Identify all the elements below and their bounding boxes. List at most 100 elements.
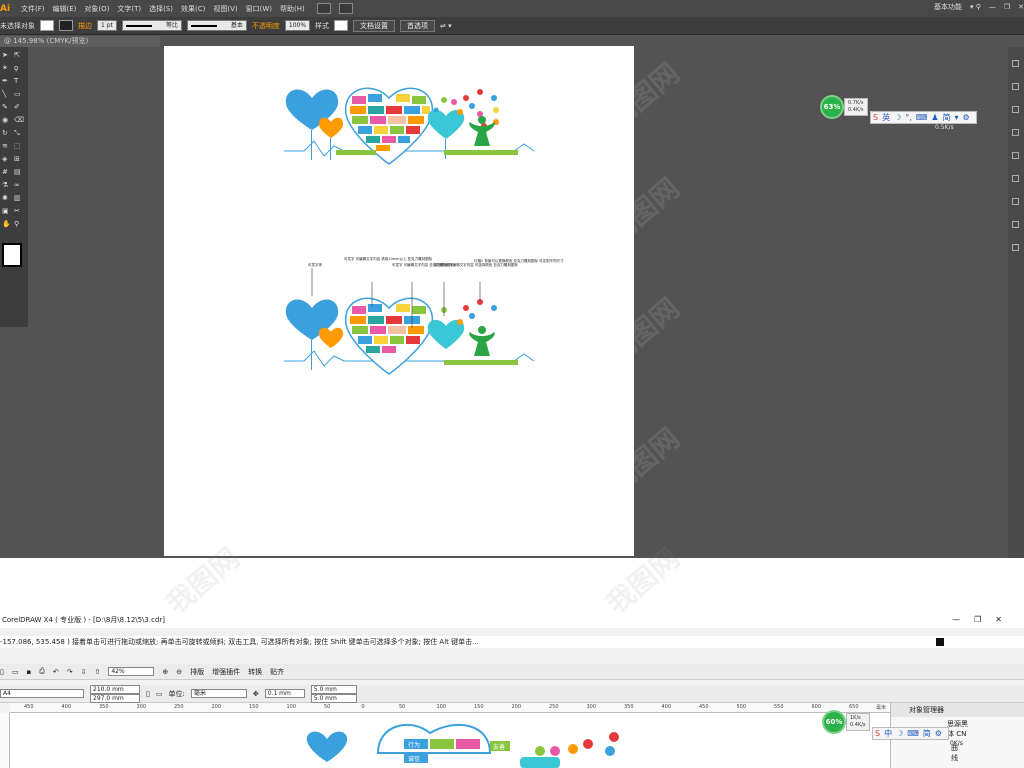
transparency-panel-icon[interactable] — [1012, 198, 1019, 205]
cd-network-meter[interactable]: 60% 1K/s 0.4K/s — [822, 710, 870, 734]
zoom-in-icon[interactable]: ⊕ — [162, 668, 168, 676]
variable-width-profile[interactable]: 等比 — [121, 20, 182, 31]
graph-icon[interactable]: ▥ — [14, 194, 23, 203]
hand-icon[interactable]: ✋ — [2, 220, 11, 229]
nudge-input[interactable]: 0.1 mm — [264, 689, 305, 698]
ime-language[interactable]: 英 — [882, 112, 890, 123]
magic-wand-icon[interactable]: ✶ — [2, 64, 11, 73]
scale-icon[interactable]: ⤡ — [14, 129, 23, 138]
moon-icon[interactable]: ☽ — [894, 113, 901, 122]
blend-icon[interactable]: ∞ — [14, 181, 23, 190]
type-tool-icon[interactable]: T — [14, 77, 23, 86]
save-icon[interactable]: ▪ — [26, 668, 31, 676]
cd-ime-language[interactable]: 中 — [884, 728, 892, 739]
line-tool-icon[interactable]: ╲ — [2, 90, 11, 99]
import-icon[interactable]: ⇩ — [81, 668, 87, 676]
layout-button[interactable]: 排版 — [190, 667, 204, 677]
shape-builder-icon[interactable]: ◈ — [2, 155, 11, 164]
opacity-input[interactable]: 100% — [284, 20, 311, 31]
eraser-icon[interactable]: ⌫ — [14, 116, 24, 125]
stroke-panel-icon[interactable] — [1012, 152, 1019, 159]
portrait-icon[interactable]: ▯ — [146, 690, 150, 698]
close-icon[interactable]: ✕ — [1018, 3, 1024, 11]
selection-tool-icon[interactable]: ➤ — [2, 51, 11, 60]
undo-icon[interactable]: ↶ — [53, 668, 59, 676]
symbol-sprayer-icon[interactable]: ✺ — [2, 194, 11, 203]
opacity-label[interactable]: 不透明度 — [252, 21, 280, 31]
gradient-panel-icon[interactable] — [1012, 175, 1019, 182]
menu-object[interactable]: 对象(O) — [80, 4, 113, 14]
units-select[interactable]: 毫米 — [190, 689, 247, 698]
workspace-switcher[interactable]: 基本功能 — [934, 2, 962, 12]
symbols-panel-icon[interactable] — [1012, 129, 1019, 136]
cd-gear-icon[interactable]: ⚙ — [935, 729, 942, 738]
cd-ime-toolbar[interactable]: S 中 ☽ ⌨ 简 ⚙ — [872, 727, 949, 740]
perspective-icon[interactable]: ⊞ — [14, 155, 23, 164]
eyedropper-icon[interactable]: ⚗ — [2, 181, 11, 190]
slice-icon[interactable]: ✂ — [14, 207, 23, 216]
document-setup-button[interactable]: 文档设置 — [353, 19, 396, 32]
enhance-plugin-button[interactable]: 增强插件 — [212, 667, 240, 677]
fill-stroke-swatch[interactable] — [2, 243, 22, 267]
panel-menu-icon[interactable]: ⇌ ▾ — [440, 22, 452, 30]
print-icon[interactable]: ⎙ — [39, 667, 45, 676]
artboard-tool-icon[interactable]: ▣ — [2, 207, 11, 216]
rotate-icon[interactable]: ↻ — [2, 129, 11, 138]
cd-moon-icon[interactable]: ☽ — [896, 729, 903, 738]
menu-file[interactable]: 文件(F) — [17, 4, 49, 14]
user-icon[interactable]: ♟ — [931, 113, 938, 122]
network-meter[interactable]: 63% 0.7K/s 0.4K/s — [820, 95, 868, 119]
menu-select[interactable]: 选择(S) — [145, 4, 177, 14]
cd-keyboard-icon[interactable]: ⌨ — [907, 729, 919, 738]
stroke-weight-select[interactable]: 1 pt — [97, 20, 117, 31]
mesh-icon[interactable]: # — [2, 168, 11, 177]
search-icon[interactable]: ▾ ⚲ — [970, 3, 981, 11]
appearance-panel-icon[interactable] — [1012, 221, 1019, 228]
restore-icon[interactable]: ❐ — [1004, 3, 1010, 11]
bridge-icon[interactable] — [316, 3, 331, 14]
ime-simplified[interactable]: 简 — [943, 112, 951, 123]
width-tool-icon[interactable]: ≋ — [2, 142, 11, 151]
fill-swatch[interactable] — [40, 20, 54, 31]
stroke-label[interactable]: 描边 — [78, 21, 92, 31]
color-panel-icon[interactable] — [1012, 60, 1019, 67]
page-size-select[interactable]: A4 — [0, 689, 84, 698]
menu-view[interactable]: 视图(V) — [209, 4, 241, 14]
artboard[interactable]: 可发字体 可发字 可编辑文字内容 请用10mm以上 亚克力雕刻图标 可发字 可编… — [164, 46, 634, 556]
free-transform-icon[interactable]: ⬚ — [14, 142, 23, 151]
menu-type[interactable]: 文字(T) — [113, 4, 145, 14]
keyboard-icon[interactable]: ⌨ — [916, 113, 928, 122]
drawing-canvas[interactable]: 行为 友善 诚信 — [10, 713, 890, 768]
open-icon[interactable]: ▭ — [12, 668, 19, 676]
lasso-icon[interactable]: ϙ — [14, 64, 23, 73]
zoom-out-icon[interactable]: ⊖ — [176, 668, 182, 676]
direct-selection-tool-icon[interactable]: ⇱ — [14, 51, 23, 60]
cd-ime-simplified[interactable]: 简 — [923, 728, 931, 739]
blob-brush-icon[interactable]: ◉ — [2, 116, 11, 125]
gear-icon[interactable]: ⚙ — [963, 113, 970, 122]
brushes-panel-icon[interactable] — [1012, 106, 1019, 113]
document-tab[interactable]: @ 145.98% (CMYK/预览) — [0, 36, 160, 47]
menu-effect[interactable]: 效果(C) — [177, 4, 209, 14]
stroke-swatch[interactable] — [59, 20, 73, 31]
swatches-panel-icon[interactable] — [1012, 83, 1019, 90]
gradient-icon[interactable]: ▤ — [14, 168, 23, 177]
menu-window[interactable]: 窗口(W) — [242, 4, 276, 14]
redo-icon[interactable]: ↷ — [67, 668, 73, 676]
minimize-icon[interactable]: — — [989, 3, 996, 11]
new-icon[interactable]: ▯ — [0, 668, 4, 676]
pencil-icon[interactable]: ✐ — [14, 103, 23, 112]
rectangle-tool-icon[interactable]: ▭ — [14, 90, 23, 99]
ime-toolbar[interactable]: S 英 ☽ °, ⌨ ♟ 简 ▾ ⚙ — [870, 111, 977, 124]
zoom-select[interactable]: 42% — [108, 667, 155, 676]
snap-button[interactable]: 贴齐 — [270, 667, 284, 677]
paintbrush-icon[interactable]: ✎ — [2, 103, 11, 112]
window-controls[interactable]: —❐✕ — [952, 615, 1016, 624]
preferences-button[interactable]: 首选项 — [400, 19, 436, 32]
arrange-documents-icon[interactable] — [338, 3, 353, 14]
layers-panel-icon[interactable] — [1012, 244, 1019, 251]
menu-edit[interactable]: 编辑(E) — [49, 4, 81, 14]
convert-button[interactable]: 转换 — [248, 667, 262, 677]
export-icon[interactable]: ⇧ — [94, 668, 100, 676]
shirt-icon[interactable]: ▾ — [955, 113, 959, 122]
